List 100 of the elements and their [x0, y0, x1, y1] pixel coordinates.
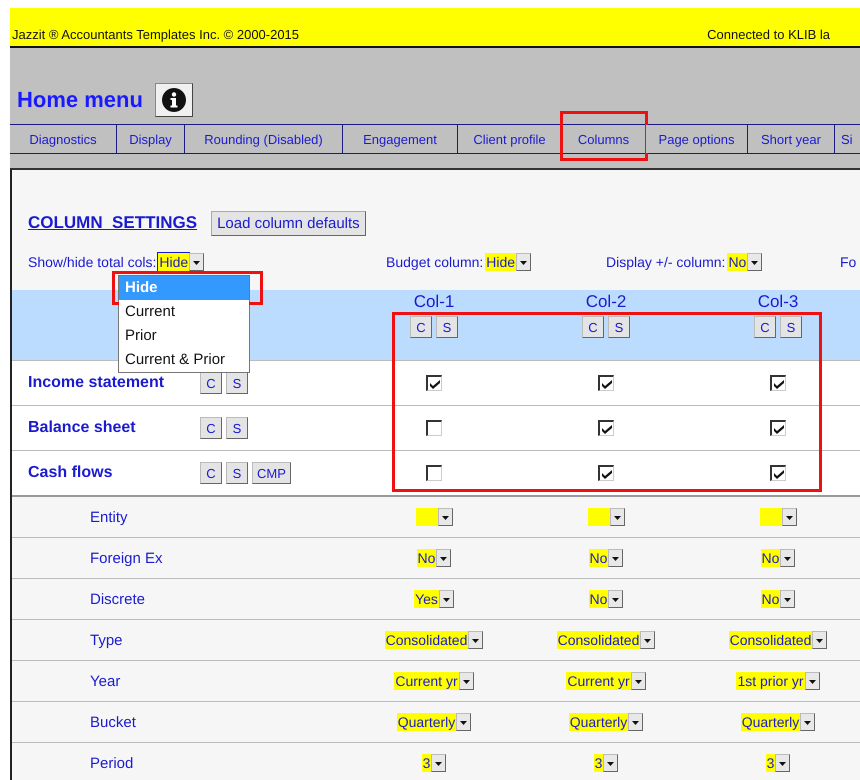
dropdown-button[interactable] — [608, 590, 624, 608]
dropdown-button[interactable] — [800, 713, 816, 731]
property-label: Year — [89, 672, 122, 690]
option-label: Budget column: — [386, 254, 484, 270]
caret-icon — [779, 760, 786, 766]
select-value[interactable]: Quarterly — [396, 713, 456, 731]
column-action-button[interactable]: S — [436, 316, 458, 338]
select-value[interactable]: Consolidated — [728, 631, 812, 649]
property-label: Type — [89, 632, 124, 648]
copyright-text: Jazzit ® Accountants Templates Inc. © 2000-2015 — [12, 27, 300, 42]
select-value[interactable]: No — [416, 549, 436, 567]
select-value[interactable]: Consolidated — [556, 631, 640, 649]
dropdown-button[interactable] — [458, 672, 474, 690]
checkbox[interactable] — [426, 375, 442, 391]
checkbox[interactable] — [770, 465, 786, 481]
checkbox[interactable] — [426, 465, 442, 481]
column-action-button[interactable]: S — [780, 316, 802, 338]
select-value[interactable]: Consolidated — [384, 631, 468, 649]
tab[interactable]: Page options — [646, 125, 748, 153]
dropdown-button[interactable] — [468, 631, 484, 649]
property-label: Foreign Ex — [89, 550, 164, 566]
column-action-button[interactable]: C — [582, 316, 604, 338]
dropdown-button[interactable] — [640, 631, 656, 649]
statement-action-button[interactable]: C — [200, 372, 222, 394]
column-action-button[interactable]: S — [608, 316, 630, 338]
option-label: Display +/- column: — [606, 254, 726, 270]
caret-icon — [462, 678, 470, 684]
select-value[interactable]: Quarterly — [740, 713, 800, 731]
select-value[interactable]: No — [760, 590, 780, 608]
dropdown-button[interactable] — [630, 672, 646, 690]
dropdown-button[interactable] — [608, 549, 624, 567]
statement-action-button[interactable]: CMP — [252, 462, 291, 484]
dropdown-button[interactable] — [516, 253, 532, 271]
dropdown-button[interactable] — [189, 253, 204, 271]
info-button[interactable] — [154, 83, 193, 117]
dropdown-button[interactable] — [610, 508, 624, 526]
select-value[interactable]: Hide — [485, 253, 516, 271]
column-action-button[interactable]: C — [754, 316, 776, 338]
dropdown-button[interactable] — [456, 713, 472, 731]
checkbox[interactable] — [598, 420, 614, 436]
check-icon — [428, 378, 440, 388]
dropdown-button[interactable] — [747, 253, 762, 271]
connection-status: Connected to KLIB la — [707, 27, 830, 42]
checkbox[interactable] — [598, 465, 614, 481]
checkbox[interactable] — [770, 420, 786, 436]
check-icon — [600, 468, 612, 478]
select-value[interactable]: No — [588, 549, 608, 567]
property-label: Period — [89, 754, 134, 772]
caret-icon — [784, 596, 792, 602]
dropdown-button[interactable] — [438, 508, 452, 526]
caret-icon — [607, 760, 614, 766]
page-title: Home menu — [17, 87, 143, 113]
select-value[interactable]: Yes — [414, 590, 439, 608]
select-value[interactable]: Hide — [158, 253, 190, 271]
section-title[interactable]: COLUMN SETTINGS — [28, 213, 198, 233]
dropdown-button[interactable] — [804, 672, 820, 690]
caret-icon — [442, 596, 450, 602]
select-value[interactable]: 3 — [594, 754, 604, 772]
column-action-button[interactable]: C — [410, 316, 432, 338]
checkbox[interactable] — [770, 375, 786, 391]
select-value[interactable]: 3 — [766, 754, 776, 772]
dropdown-button[interactable] — [775, 754, 790, 772]
dropdown-button[interactable] — [431, 754, 446, 772]
caret-icon — [460, 720, 468, 724]
select-value[interactable]: No — [727, 253, 748, 271]
statement-name: Income statement — [28, 374, 166, 392]
caret-icon — [612, 556, 620, 560]
load-defaults-button[interactable]: Load column defaults — [211, 210, 366, 236]
caret-icon — [751, 260, 758, 264]
select-value[interactable]: No — [760, 549, 780, 567]
property-label: Entity — [89, 508, 129, 526]
select-value[interactable]: 3 — [422, 754, 432, 772]
checkbox[interactable] — [426, 420, 442, 436]
checkbox[interactable] — [598, 375, 614, 391]
select-value[interactable]: 1st prior yr — [736, 672, 805, 690]
statement-action-button[interactable]: C — [200, 417, 222, 439]
caret-icon — [612, 596, 620, 602]
caret-icon — [804, 720, 812, 724]
dropdown-button[interactable] — [812, 631, 828, 649]
dropdown-button[interactable] — [782, 508, 796, 526]
dropdown-button[interactable] — [628, 713, 644, 731]
statement-action-button[interactable]: C — [200, 462, 222, 484]
check-icon — [600, 424, 612, 434]
statement-action-button[interactable]: S — [226, 462, 248, 484]
dropdown-button[interactable] — [780, 549, 796, 567]
caret-icon — [440, 556, 448, 560]
dropdown-button[interactable] — [436, 549, 452, 567]
select-value[interactable]: Quarterly — [568, 713, 628, 731]
select-value[interactable]: No — [588, 590, 608, 608]
select-value[interactable]: Current yr — [566, 672, 631, 690]
statement-action-button[interactable]: S — [226, 372, 248, 394]
check-icon — [772, 378, 784, 388]
dropdown-button[interactable] — [780, 590, 796, 608]
caret-icon — [816, 638, 824, 642]
select-value[interactable]: Current yr — [394, 672, 459, 690]
caret-icon — [808, 678, 816, 684]
dropdown-button[interactable] — [438, 590, 454, 608]
dropdown-button[interactable] — [603, 754, 618, 772]
statement-action-button[interactable]: S — [226, 417, 248, 439]
caret-icon — [784, 556, 792, 560]
